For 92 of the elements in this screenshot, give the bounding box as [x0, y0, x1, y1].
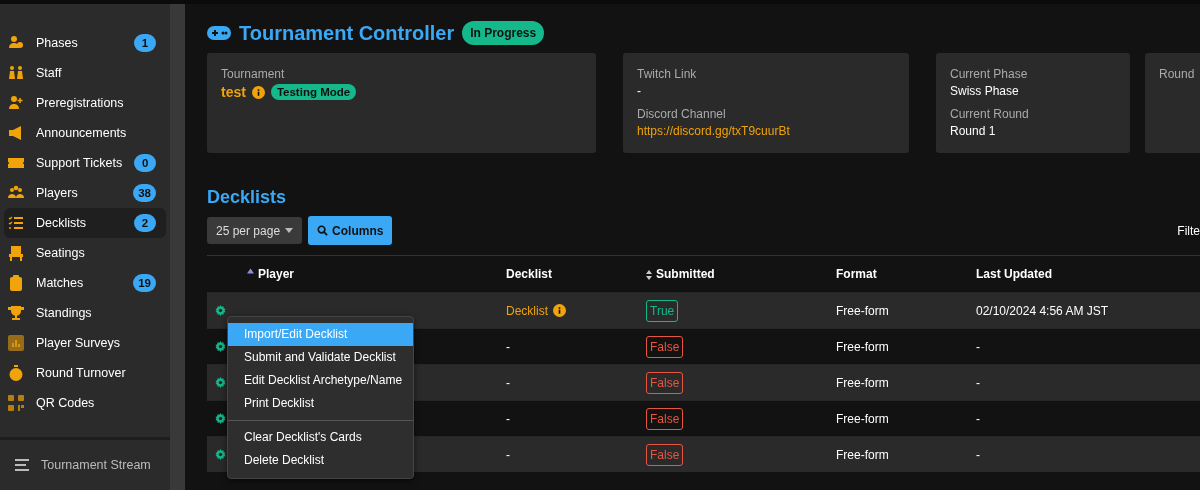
submitted-badge: False: [646, 407, 684, 430]
settings-icon[interactable]: [215, 377, 226, 388]
submitted-badge: True: [646, 299, 679, 322]
menu-item[interactable]: Print Decklist: [228, 392, 413, 415]
page-title: Tournament Controller: [239, 21, 455, 45]
people-icon: [8, 65, 24, 81]
caret-icon: [285, 228, 294, 233]
info-icon: [553, 304, 566, 317]
table-cell: -: [976, 411, 980, 426]
checklist-icon: [8, 215, 24, 231]
count-badge: 1: [134, 34, 156, 52]
sidebar-item[interactable]: Preregistrations: [4, 88, 166, 118]
scrollbar[interactable]: [170, 4, 185, 490]
table-cell: Free-form: [836, 411, 889, 426]
tournament-name: test: [221, 84, 246, 100]
table-cell: -: [506, 447, 510, 462]
trophy-icon: [8, 305, 24, 321]
table-cell: Free-form: [836, 339, 889, 354]
search-icon: [317, 225, 329, 236]
table-cell: -: [976, 375, 980, 390]
status-badge: In Progress: [462, 21, 545, 45]
menu-icon: [15, 459, 29, 471]
sidebar-item[interactable]: Seatings: [4, 238, 166, 268]
sidebar-item[interactable]: Staff: [4, 58, 166, 88]
megaphone-icon: [8, 125, 24, 141]
table-cell: -: [506, 339, 510, 354]
sort-up-icon: [247, 267, 254, 275]
filter-label: Filte: [1177, 223, 1200, 238]
stopwatch-icon: [8, 365, 24, 381]
sidebar-item[interactable]: Standings: [4, 298, 166, 328]
per-page-dropdown[interactable]: 25 per page: [207, 217, 303, 244]
settings-icon[interactable]: [215, 305, 226, 316]
column-header[interactable]: Decklist: [506, 255, 646, 293]
column-header[interactable]: Format: [836, 255, 976, 293]
submitted-badge: False: [646, 335, 684, 358]
sidebar-item[interactable]: Player Surveys: [4, 328, 166, 358]
gamepad-icon: [207, 25, 231, 41]
discord-link[interactable]: https://discord.gg/txT9cuurBt: [637, 124, 895, 138]
count-badge: 38: [133, 184, 156, 202]
section-title: Decklists: [207, 187, 288, 208]
menu-item[interactable]: Clear Decklist's Cards: [228, 426, 413, 449]
count-badge: 2: [134, 214, 156, 232]
people-icon: [8, 185, 24, 201]
chart-icon: [8, 335, 24, 351]
table-cell: Free-form: [836, 303, 889, 318]
field-label: Current Round: [950, 107, 1030, 121]
settings-icon[interactable]: [215, 413, 226, 424]
table-cell: -: [506, 411, 510, 426]
column-header[interactable]: Last Updated: [976, 255, 1200, 293]
sidebar-item[interactable]: Round Turnover: [4, 358, 166, 388]
sort-icon: [646, 269, 652, 280]
sidebar-item[interactable]: Decklists 2: [4, 208, 166, 238]
table-cell: -: [506, 375, 510, 390]
chair-icon: [8, 245, 24, 261]
table-cell: -: [976, 339, 980, 354]
submitted-badge: False: [646, 371, 684, 394]
field-label: Discord Channel: [637, 107, 727, 121]
menu-item[interactable]: Delete Decklist: [228, 449, 413, 472]
sidebar-item[interactable]: Players 38: [4, 178, 166, 208]
qr-code-icon: [8, 395, 24, 411]
sidebar-item[interactable]: QR Codes: [4, 388, 166, 418]
menu-item[interactable]: Edit Decklist Archetype/Name: [228, 369, 413, 392]
field-label: Twitch Link: [637, 67, 698, 81]
menu-item[interactable]: Submit and Validate Decklist: [228, 346, 413, 369]
count-badge: 0: [134, 154, 157, 172]
field-value: Round 1: [950, 124, 997, 138]
info-icon: [251, 85, 265, 99]
person-add-icon: [8, 95, 24, 111]
mode-badge: Testing Mode: [270, 84, 357, 100]
sidebar-item[interactable]: Matches 19: [4, 268, 166, 298]
sidebar-item[interactable]: Announcements: [4, 118, 166, 148]
field-label: Tournament: [221, 67, 286, 81]
columns-button[interactable]: Columns: [308, 216, 393, 245]
table-cell: -: [976, 447, 980, 462]
sidebar-item[interactable]: Support Tickets 0: [4, 148, 166, 178]
field-value: -: [637, 84, 642, 98]
clipboard-icon: [8, 275, 24, 291]
field-label: Current Phase: [950, 67, 1029, 81]
table-cell: Free-form: [836, 375, 889, 390]
decklist-link[interactable]: Decklist: [506, 303, 548, 318]
column-header[interactable]: Player: [247, 255, 506, 293]
sidebar-item[interactable]: Phases 1: [4, 28, 166, 58]
count-badge: 19: [133, 274, 156, 292]
field-value: Swiss Phase: [950, 84, 1020, 98]
submitted-badge: False: [646, 443, 684, 466]
settings-icon[interactable]: [215, 341, 226, 352]
table-cell: 02/10/2024 4:56 AM JST: [976, 303, 1109, 318]
column-header[interactable]: Submitted: [646, 255, 836, 293]
field-label: Round: [1159, 67, 1196, 81]
settings-icon[interactable]: [215, 449, 226, 460]
ticket-icon: [8, 155, 24, 171]
table-cell: Free-form: [836, 447, 889, 462]
